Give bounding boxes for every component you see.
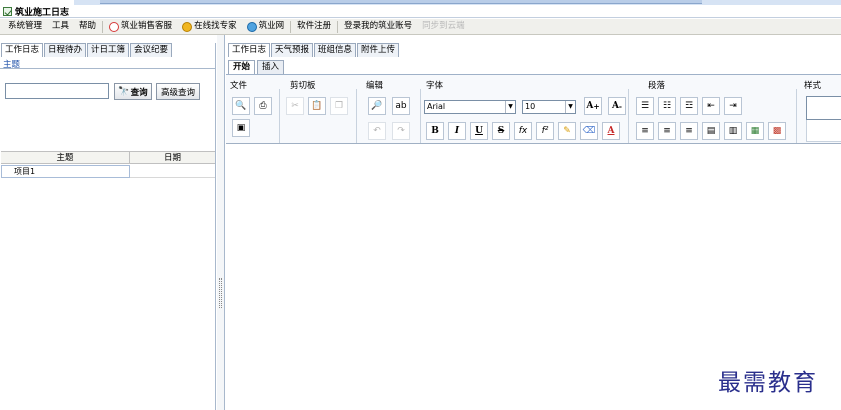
table-row[interactable]: 项目1 <box>1 165 215 178</box>
preview-icon[interactable]: 🔍 <box>232 97 250 115</box>
indent-icon[interactable]: ⇥ <box>724 97 742 115</box>
zhuye-icon <box>246 21 257 32</box>
cut-icon[interactable]: ✂ <box>286 97 304 115</box>
tab-weather[interactable]: 天气预报 <box>271 43 314 57</box>
watermark-text: 最需教育 <box>718 370 818 396</box>
superscript-button[interactable]: f² <box>536 122 554 140</box>
menu-separator <box>290 20 292 33</box>
title-bar: 筑业施工日志 <box>0 5 841 18</box>
border-icon[interactable]: ▩ <box>768 122 786 140</box>
group-label-style: 样式 <box>804 81 822 91</box>
left-panel: 工作日志 日程待办 计日工簿 会议纪要 主题 🔭 查询 高级查询 主题 日期 项… <box>0 43 216 410</box>
underline-button[interactable]: U <box>470 122 488 140</box>
right-tabs: 工作日志 天气预报 班组信息 附件上传 <box>228 43 400 57</box>
bullet-list-icon[interactable]: ☰ <box>636 97 654 115</box>
column-header-date[interactable]: 日期 <box>130 152 215 163</box>
menu-zhuye-net[interactable]: 筑业网 <box>242 19 290 34</box>
menu-find-expert[interactable]: 在线找专家 <box>177 19 242 34</box>
tab-meeting[interactable]: 会议纪要 <box>130 43 173 57</box>
grow-font-button[interactable]: A + <box>584 97 602 115</box>
tab-daywork[interactable]: 计日工簿 <box>87 43 130 57</box>
app-icon <box>3 6 12 16</box>
ribbon-toolbar: 文件 剪切板 编辑 字体 段落 样式 🔍 ⎙ ▣ ✂ 📋 ❐ 🔎 ab ↶ ↷ … <box>226 74 841 144</box>
open-image-icon[interactable]: ▣ <box>232 119 250 137</box>
dropdown-arrow-icon: ▼ <box>505 101 515 113</box>
clear-format-icon[interactable]: ⌫ <box>580 122 598 140</box>
copy-icon[interactable]: ❐ <box>330 97 348 115</box>
shrink-font-button[interactable]: A- <box>608 97 626 115</box>
query-button[interactable]: 🔭 查询 <box>114 83 152 100</box>
replace-icon[interactable]: ab <box>392 97 410 115</box>
ribbon-tab-home[interactable]: 开始 <box>228 60 256 74</box>
strikethrough-button[interactable]: S <box>492 122 510 140</box>
bold-button[interactable]: B <box>426 122 444 140</box>
paste-icon[interactable]: 📋 <box>308 97 326 115</box>
font-name-select[interactable]: Arial ▼ <box>424 100 516 114</box>
group-label-paragraph: 段落 <box>648 81 666 91</box>
group-divider <box>0 68 216 69</box>
app-window: 筑业施工日志 系统管理 工具 帮助 筑业销售客服 在线找专家 筑业网 软件注册 … <box>0 0 841 410</box>
menu-sync: 同步到云端 <box>422 21 465 31</box>
justify-icon[interactable]: ▤ <box>702 122 720 140</box>
table-header: 主题 日期 <box>1 151 215 164</box>
menu-register[interactable]: 软件注册 <box>292 19 336 34</box>
menu-separator <box>102 20 104 33</box>
column-header-subject[interactable]: 主题 <box>1 152 130 163</box>
align-center-icon[interactable]: ≡ <box>658 122 676 140</box>
font-size-select[interactable]: 10 ▼ <box>522 100 576 114</box>
italic-button[interactable]: I <box>448 122 466 140</box>
expert-icon <box>182 21 193 32</box>
style-gallery-lower[interactable] <box>806 120 841 142</box>
tab-team-info[interactable]: 班组信息 <box>314 43 357 57</box>
menu-bar: 系统管理 工具 帮助 筑业销售客服 在线找专家 筑业网 软件注册 登录我的筑业账… <box>0 19 841 35</box>
tab-log-editor[interactable]: 工作日志 <box>228 43 271 57</box>
style-gallery[interactable] <box>806 96 841 120</box>
shading-icon[interactable]: ▦ <box>746 122 764 140</box>
binoculars-icon: 🔭 <box>118 86 130 97</box>
group-label-file: 文件 <box>230 81 248 91</box>
redo-icon[interactable]: ↷ <box>392 122 410 140</box>
window-title: 筑业施工日志 <box>15 7 70 18</box>
undo-icon[interactable]: ↶ <box>368 122 386 140</box>
panel-splitter[interactable] <box>217 35 225 410</box>
tab-schedule[interactable]: 日程待办 <box>44 43 87 57</box>
group-label-edit: 编辑 <box>366 81 384 91</box>
customer-service-icon <box>109 21 120 32</box>
splitter-grip[interactable] <box>219 278 222 308</box>
line-spacing-icon[interactable]: ▥ <box>724 122 742 140</box>
left-tabs: 工作日志 日程待办 计日工簿 会议纪要 <box>1 43 173 57</box>
menu-help[interactable]: 帮助 <box>74 19 101 34</box>
tab-attachment[interactable]: 附件上传 <box>357 43 400 57</box>
highlight-icon[interactable]: ✎ <box>558 122 576 140</box>
ribbon-tabs: 开始 插入 <box>228 60 286 74</box>
print-icon[interactable]: ⎙ <box>254 97 272 115</box>
cell-date[interactable] <box>130 165 215 178</box>
menu-sales-service[interactable]: 筑业销售客服 <box>104 19 177 34</box>
cell-subject[interactable]: 项目1 <box>1 165 130 178</box>
search-input[interactable] <box>5 83 109 99</box>
ribbon-tab-insert[interactable]: 插入 <box>257 60 285 74</box>
group-label-clipboard: 剪切板 <box>290 81 316 91</box>
font-color-icon[interactable]: A <box>602 122 620 140</box>
menu-tools[interactable]: 工具 <box>47 19 74 34</box>
outdent-icon[interactable]: ⇤ <box>702 97 720 115</box>
group-label-font: 字体 <box>426 81 444 91</box>
dropdown-arrow-icon: ▼ <box>565 101 575 113</box>
advanced-query-button[interactable]: 高级查询 <box>156 83 200 100</box>
align-left-icon[interactable]: ≡ <box>636 122 654 140</box>
find-icon[interactable]: 🔎 <box>368 97 386 115</box>
multilevel-list-icon[interactable]: ☲ <box>680 97 698 115</box>
menu-system[interactable]: 系统管理 <box>3 19 47 34</box>
number-list-icon[interactable]: ☷ <box>658 97 676 115</box>
align-right-icon[interactable]: ≡ <box>680 122 698 140</box>
subscript-button[interactable]: fx <box>514 122 532 140</box>
menu-separator <box>337 20 339 33</box>
tab-work-log[interactable]: 工作日志 <box>1 43 44 57</box>
menu-login[interactable]: 登录我的筑业账号 <box>339 19 417 34</box>
